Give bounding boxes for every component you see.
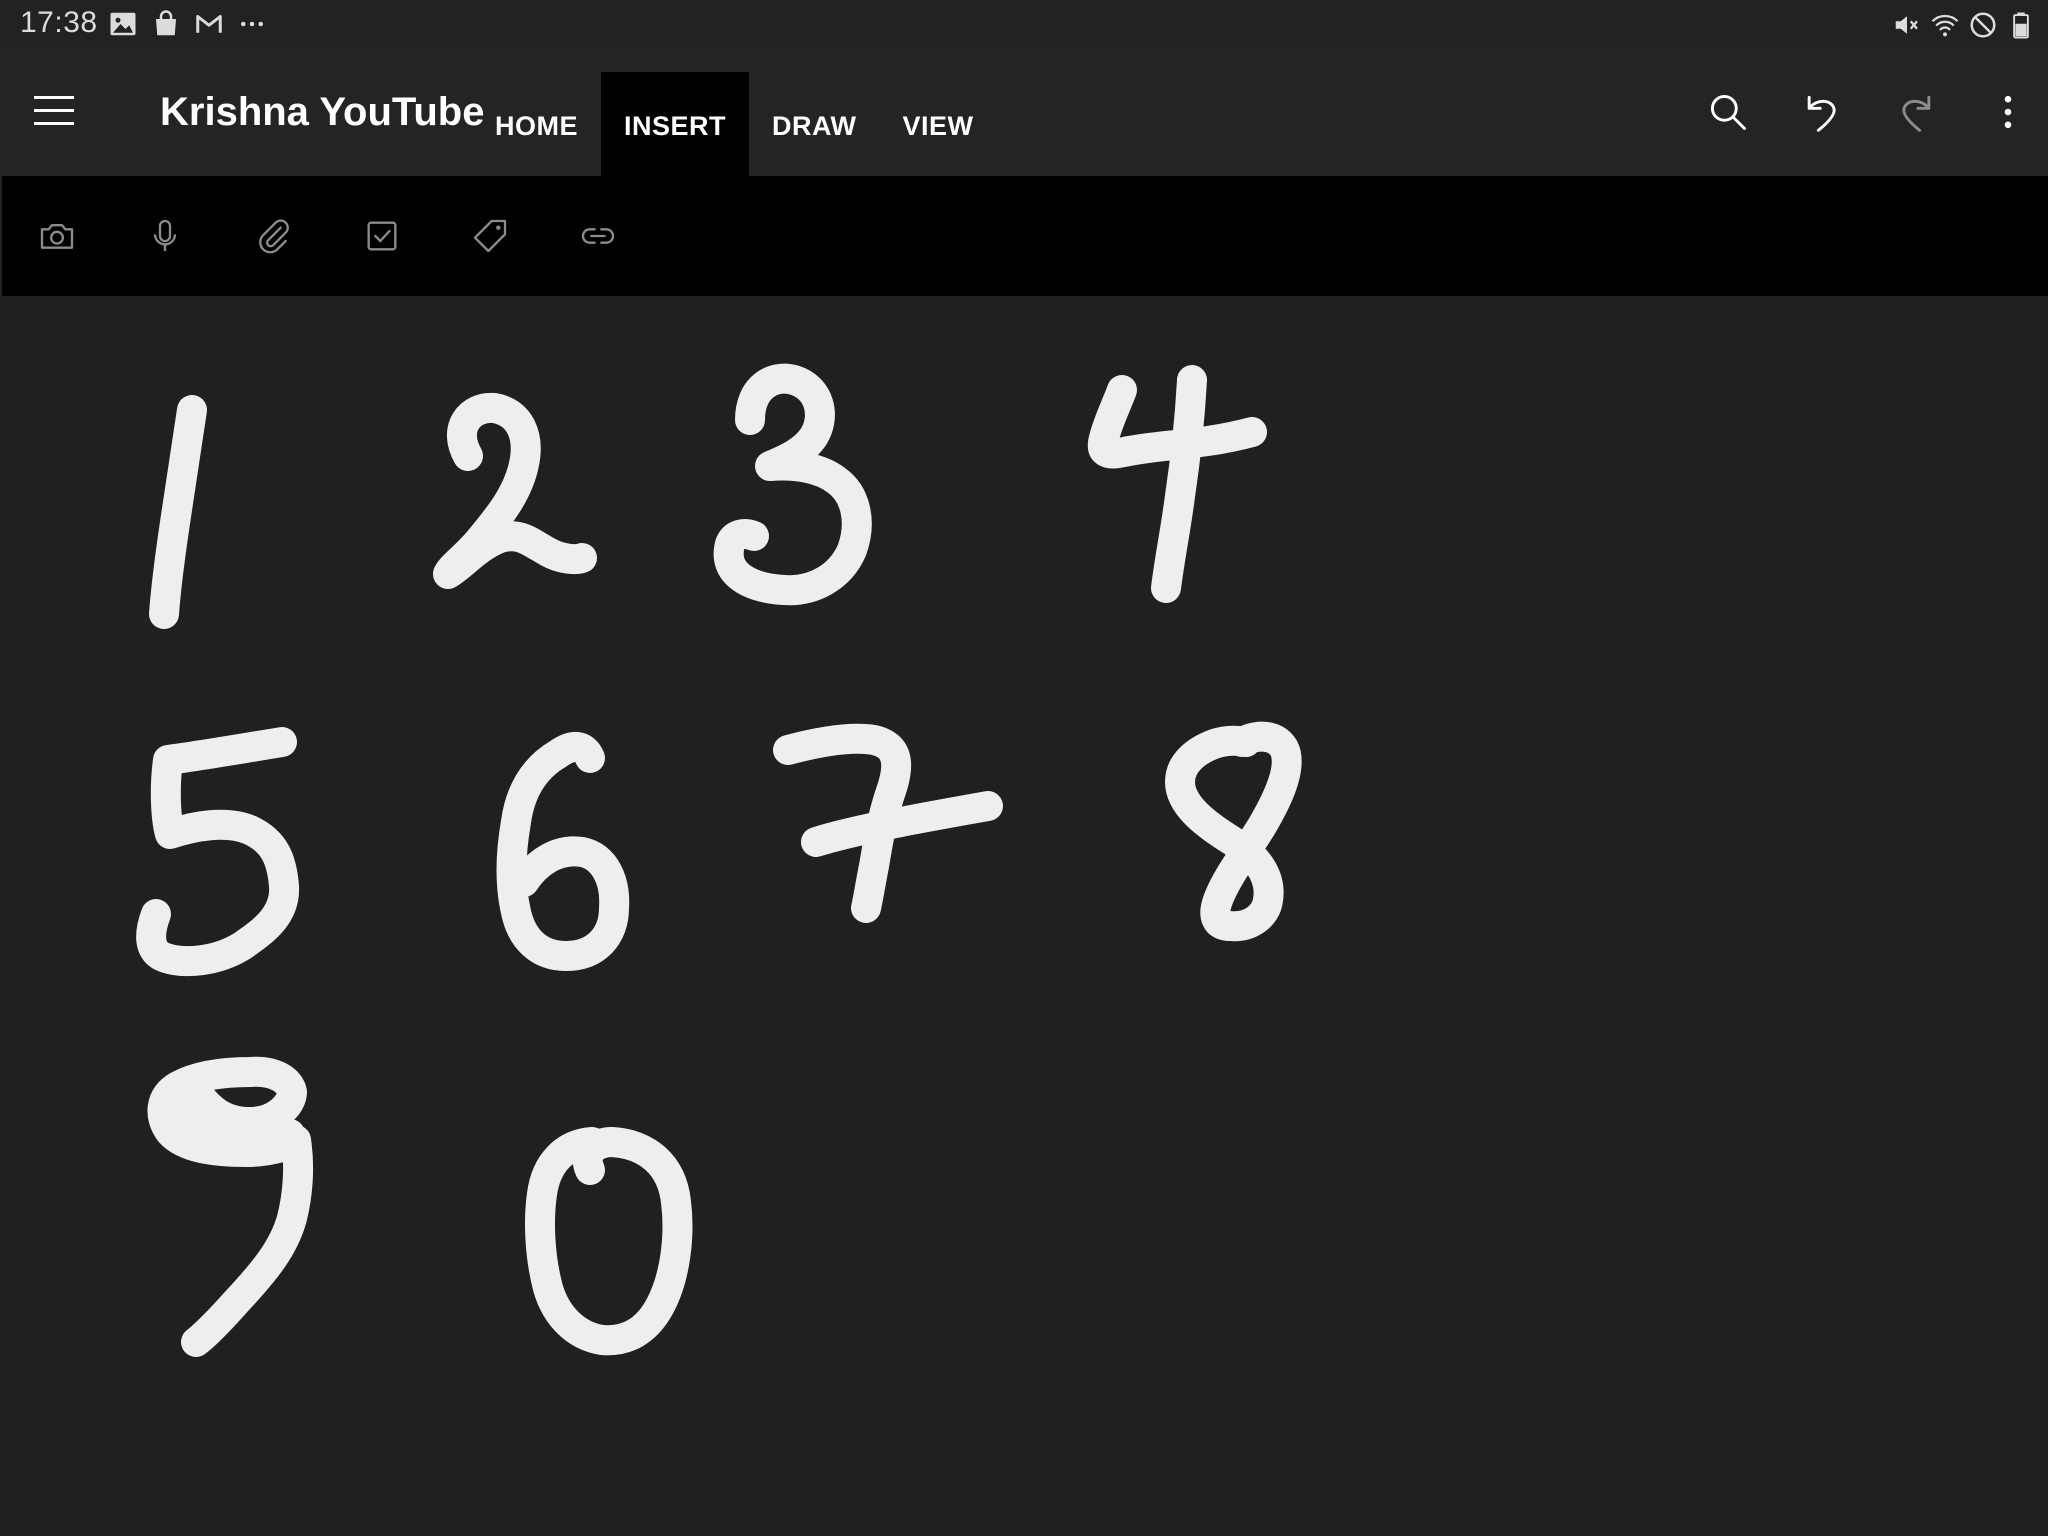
- tab-draw[interactable]: DRAW: [749, 72, 880, 176]
- more-dots-icon: [241, 21, 263, 27]
- shopping-bag-icon: [156, 10, 176, 36]
- status-time: 17:38: [20, 6, 98, 39]
- ink-digit-9: [147, 1056, 314, 1357]
- tab-label: DRAW: [772, 110, 857, 141]
- hamburger-menu-button[interactable]: [30, 88, 82, 134]
- tab-view[interactable]: VIEW: [880, 72, 997, 176]
- mute-icon: [1895, 16, 1918, 34]
- gallery-icon: [110, 12, 136, 36]
- notebook-title[interactable]: Krishna YouTube: [160, 90, 484, 135]
- system-icons: [1892, 10, 2036, 40]
- ink-digit-3: [713, 363, 872, 606]
- insert-todo-button[interactable]: [359, 213, 405, 259]
- search-button[interactable]: [1700, 84, 1756, 140]
- insert-picture-button[interactable]: [34, 213, 80, 259]
- ink-digit-6: [496, 732, 630, 971]
- ribbon-tabs: HOME INSERT DRAW VIEW: [472, 72, 997, 176]
- hamburger-menu-icon: [34, 96, 74, 125]
- link-icon: [581, 228, 615, 244]
- ink-digit-4: [1087, 365, 1267, 603]
- redo-button[interactable]: [1888, 84, 1944, 140]
- ink-digit-8: [1165, 721, 1302, 942]
- camera-icon: [40, 224, 74, 249]
- redo-icon: [1902, 95, 1931, 132]
- more-options-button[interactable]: [1980, 84, 2036, 140]
- attachment-icon: [259, 219, 289, 254]
- ink-digit-1: [149, 395, 207, 629]
- checkbox-icon: [367, 221, 397, 251]
- more-options-icon: [2004, 95, 2012, 129]
- onenote-app: 17:38 Krishna YouTube HOME INSERT DRAW V…: [0, 0, 2048, 1536]
- battery-icon: [2013, 12, 2029, 39]
- tab-label: HOME: [495, 110, 578, 141]
- search-icon: [1710, 94, 1746, 130]
- status-bar: 17:38: [0, 0, 2048, 48]
- app-bar: Krishna YouTube HOME INSERT DRAW VIEW: [0, 48, 2048, 176]
- tab-label: VIEW: [902, 110, 974, 141]
- tag-icon: [473, 219, 507, 253]
- insert-ribbon: [2, 176, 2048, 296]
- undo-button[interactable]: [1794, 84, 1850, 140]
- gmail-icon: [196, 15, 222, 33]
- ink-digit-0: [525, 1127, 693, 1356]
- tab-home[interactable]: HOME: [472, 72, 601, 176]
- ink-digit-7: [773, 723, 1003, 923]
- ink-digit-5: [136, 727, 300, 977]
- insert-link-button[interactable]: [575, 213, 621, 259]
- microphone-icon: [153, 219, 177, 251]
- undo-icon: [1807, 95, 1836, 132]
- app-actions: [1662, 84, 2048, 140]
- insert-audio-button[interactable]: [142, 213, 188, 259]
- ink-digit-2: [433, 392, 597, 589]
- do-not-disturb-icon: [1970, 12, 1996, 38]
- insert-file-button[interactable]: [251, 213, 297, 259]
- tab-insert[interactable]: INSERT: [601, 72, 750, 176]
- ink-layer: [136, 363, 1302, 1357]
- tab-label: INSERT: [624, 110, 727, 141]
- wifi-icon: [1931, 14, 1959, 37]
- note-canvas[interactable]: [0, 296, 2048, 1536]
- insert-tag-button[interactable]: [467, 213, 513, 259]
- notification-icons: [108, 9, 267, 39]
